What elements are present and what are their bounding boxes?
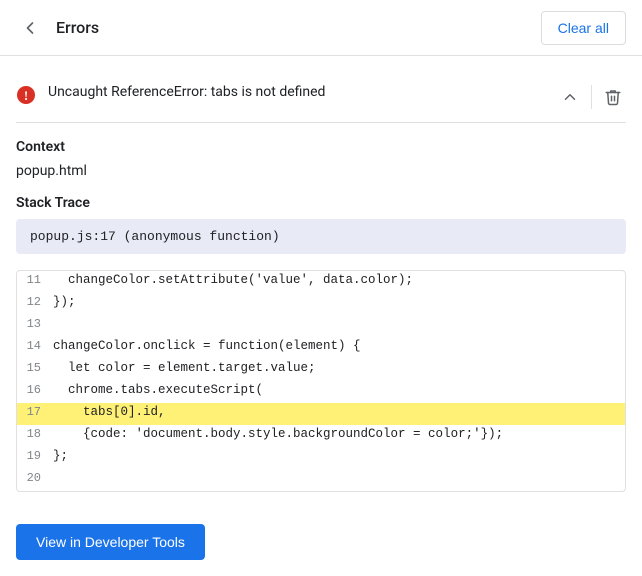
line-code: changeColor.setAttribute('value', data.c… (53, 271, 625, 289)
error-item: ! Uncaught ReferenceError: tabs is not d… (16, 72, 626, 123)
code-line: 12}); (17, 293, 625, 315)
svg-text:!: ! (24, 88, 28, 103)
line-number: 18 (17, 425, 53, 441)
back-button[interactable] (16, 14, 44, 42)
delete-button[interactable] (600, 84, 626, 110)
code-line: 16 chrome.tabs.executeScript( (17, 381, 625, 403)
line-number: 12 (17, 293, 53, 309)
line-number: 20 (17, 469, 53, 485)
line-code (53, 315, 625, 319)
line-code: {code: 'document.body.style.backgroundCo… (53, 425, 625, 443)
line-code (53, 469, 625, 473)
context-file: popup.html (16, 163, 626, 179)
code-line: 20 (17, 469, 625, 491)
code-line: 13 (17, 315, 625, 337)
code-line: 15 let color = element.target.value; (17, 359, 625, 381)
header-left: Errors (16, 14, 99, 42)
page-title: Errors (56, 18, 99, 37)
line-code: tabs[0].id, (53, 403, 625, 421)
error-message: Uncaught ReferenceError: tabs is not def… (48, 84, 557, 100)
line-number: 16 (17, 381, 53, 397)
clear-all-button[interactable]: Clear all (541, 11, 626, 45)
code-line: 18 {code: 'document.body.style.backgroun… (17, 425, 625, 447)
footer: View in Developer Tools (0, 508, 642, 576)
line-number: 13 (17, 315, 53, 331)
code-block: 11 changeColor.setAttribute('value', dat… (16, 270, 626, 492)
line-number: 15 (17, 359, 53, 375)
line-code: chrome.tabs.executeScript( (53, 381, 625, 399)
line-code: }; (53, 447, 625, 465)
code-line: 19}; (17, 447, 625, 469)
line-number: 19 (17, 447, 53, 463)
code-line: 11 changeColor.setAttribute('value', dat… (17, 271, 625, 293)
code-scroll[interactable]: 11 changeColor.setAttribute('value', dat… (17, 271, 625, 491)
error-left: ! Uncaught ReferenceError: tabs is not d… (16, 84, 557, 105)
code-line: 14changeColor.onclick = function(element… (17, 337, 625, 359)
line-number: 14 (17, 337, 53, 353)
header: Errors Clear all (0, 0, 642, 56)
line-code: }); (53, 293, 625, 311)
code-lines: 11 changeColor.setAttribute('value', dat… (17, 271, 625, 491)
error-icon: ! (16, 85, 36, 105)
stack-trace-section: Stack Trace popup.js:17 (anonymous funct… (16, 195, 626, 254)
code-line: 17 tabs[0].id, (17, 403, 625, 425)
main-content: ! Uncaught ReferenceError: tabs is not d… (0, 56, 642, 508)
error-actions (557, 84, 626, 110)
line-number: 17 (17, 403, 53, 419)
collapse-button[interactable] (557, 84, 583, 110)
stack-trace-title: Stack Trace (16, 195, 626, 211)
stack-trace-entry: popup.js:17 (anonymous function) (16, 219, 626, 254)
line-code: let color = element.target.value; (53, 359, 625, 377)
vertical-divider (591, 85, 592, 109)
dev-tools-button[interactable]: View in Developer Tools (16, 524, 205, 560)
context-section: Context popup.html (16, 139, 626, 179)
context-title: Context (16, 139, 626, 155)
line-number: 11 (17, 271, 53, 287)
line-code: changeColor.onclick = function(element) … (53, 337, 625, 355)
